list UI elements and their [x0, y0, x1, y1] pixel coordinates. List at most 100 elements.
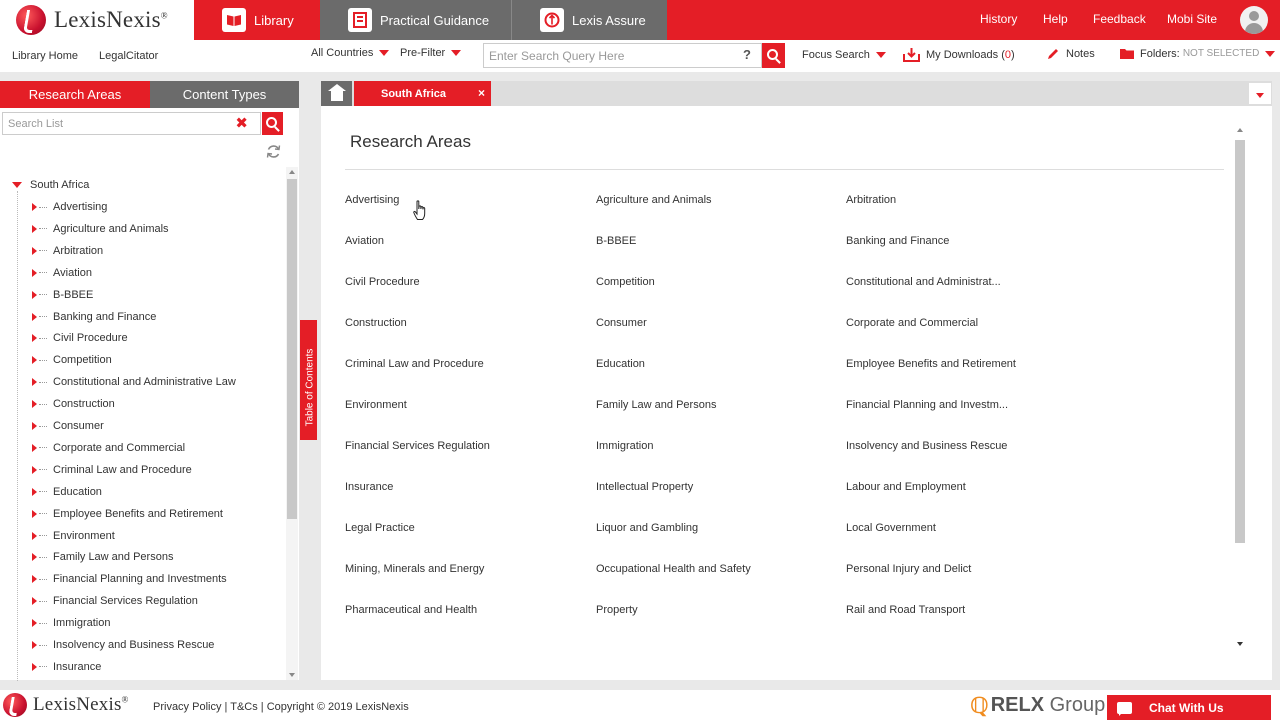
research-area-link[interactable]: Aviation [345, 235, 384, 247]
tree-item[interactable]: Consumer [32, 418, 104, 434]
list-search-input[interactable] [3, 113, 223, 134]
lexisnexis-logo[interactable]: LexisNexis® [16, 4, 168, 36]
research-area-link[interactable]: Construction [345, 317, 407, 329]
nav-tab-library[interactable]: Library [194, 0, 320, 40]
tab-south-africa[interactable]: South Africa × [354, 81, 491, 106]
mobi-site-link[interactable]: Mobi Site [1167, 12, 1217, 26]
tree-item[interactable]: Environment [32, 528, 115, 544]
tab-list-dropdown[interactable] [1249, 83, 1271, 104]
research-area-link[interactable]: Corporate and Commercial [846, 317, 978, 329]
tab-content-types[interactable]: Content Types [150, 81, 299, 108]
list-search-button[interactable] [262, 112, 283, 135]
research-area-link[interactable]: Competition [596, 276, 655, 288]
research-area-link[interactable]: Insolvency and Business Rescue [846, 440, 1007, 452]
research-area-link[interactable]: Civil Procedure [345, 276, 420, 288]
user-avatar-icon[interactable] [1240, 6, 1268, 34]
research-area-link[interactable]: Pharmaceutical and Health [345, 604, 477, 616]
refresh-icon[interactable] [266, 144, 281, 159]
left-panel-scrollbar[interactable] [286, 167, 298, 680]
tree-connector [39, 622, 47, 624]
main-search-button[interactable] [762, 43, 785, 68]
help-link[interactable]: Help [1043, 12, 1068, 26]
table-of-contents-toggle[interactable]: ‹ Table of Contents [300, 320, 361, 440]
main-search-input[interactable] [484, 44, 724, 67]
tree-item[interactable]: Education [32, 484, 102, 500]
research-area-link[interactable]: Property [596, 604, 638, 616]
tree-item[interactable]: Advertising [32, 199, 107, 215]
research-area-link[interactable]: Mining, Minerals and Energy [345, 563, 484, 575]
nav-tab-practical-guidance[interactable]: Practical Guidance [320, 0, 511, 40]
research-area-link[interactable]: Consumer [596, 317, 647, 329]
research-area-link[interactable]: Financial Planning and Investm... [846, 399, 1008, 411]
nav-tab-lexis-assure[interactable]: Lexis Assure [511, 0, 667, 40]
scroll-down-arrow-icon[interactable] [289, 673, 295, 677]
research-area-link[interactable]: Local Government [846, 522, 936, 534]
research-area-link[interactable]: Labour and Employment [846, 481, 966, 493]
feedback-link[interactable]: Feedback [1093, 12, 1146, 26]
logo-text: LexisNexis [54, 7, 161, 32]
tree-item[interactable]: Financial Planning and Investments [32, 571, 227, 587]
research-area-link[interactable]: Immigration [596, 440, 653, 452]
research-area-link[interactable]: Personal Injury and Delict [846, 563, 971, 575]
notes-link[interactable]: Notes [1046, 47, 1095, 61]
tree-item[interactable]: Agriculture and Animals [32, 221, 169, 237]
research-area-link[interactable]: Intellectual Property [596, 481, 693, 493]
research-area-link[interactable]: Insurance [345, 481, 393, 493]
all-countries-label: All Countries [311, 47, 374, 59]
research-area-link[interactable]: Constitutional and Administrat... [846, 276, 1001, 288]
search-help-icon[interactable]: ? [743, 47, 751, 62]
scroll-down-arrow-icon[interactable] [1237, 642, 1243, 646]
close-tab-icon[interactable]: × [478, 86, 485, 100]
research-area-link[interactable]: Employee Benefits and Retirement [846, 358, 1016, 370]
research-area-link[interactable]: Agriculture and Animals [596, 194, 712, 206]
tree-item[interactable]: Construction [32, 396, 115, 412]
legal-citator-link[interactable]: LegalCitator [99, 50, 158, 62]
tree-item[interactable]: Financial Services Regulation [32, 593, 198, 609]
pre-filter-dropdown[interactable]: Pre-Filter [400, 47, 462, 59]
tree-item[interactable]: B-BBEE [32, 287, 93, 303]
tree-item[interactable]: Banking and Finance [32, 309, 156, 325]
research-area-link[interactable]: Financial Services Regulation [345, 440, 490, 452]
all-countries-dropdown[interactable]: All Countries [311, 47, 390, 59]
research-area-link[interactable]: Education [596, 358, 645, 370]
library-home-link[interactable]: Library Home [12, 50, 78, 62]
tree-root-south-africa[interactable]: South Africa [12, 177, 89, 193]
tab-research-areas[interactable]: Research Areas [0, 81, 150, 108]
tree-item[interactable]: Immigration [32, 615, 110, 631]
folders-dropdown[interactable]: Folders: NOT SELECTED [1119, 47, 1276, 60]
research-area-link[interactable]: Banking and Finance [846, 235, 949, 247]
research-area-link[interactable]: Family Law and Persons [596, 399, 716, 411]
research-area-link[interactable]: Legal Practice [345, 522, 415, 534]
history-link[interactable]: History [980, 12, 1017, 26]
home-tab[interactable] [321, 81, 352, 106]
tree-item[interactable]: Arbitration [32, 243, 103, 259]
tree-item[interactable]: Constitutional and Administrative Law [32, 374, 236, 390]
tree-item[interactable]: Insurance [32, 659, 101, 675]
tree-item[interactable]: Employee Benefits and Retirement [32, 506, 223, 522]
tree-item[interactable]: Criminal Law and Procedure [32, 462, 192, 478]
footer-links[interactable]: Privacy Policy | T&Cs | Copyright © 2019… [153, 701, 409, 713]
chat-with-us-button[interactable]: Chat With Us [1107, 695, 1271, 720]
tree-item[interactable]: Family Law and Persons [32, 549, 173, 565]
scrollbar-thumb[interactable] [1235, 140, 1245, 543]
research-area-link[interactable]: Arbitration [846, 194, 896, 206]
tree-item[interactable]: Corporate and Commercial [32, 440, 185, 456]
research-area-link[interactable]: Environment [345, 399, 407, 411]
tree-item[interactable]: Aviation [32, 265, 92, 281]
research-area-link[interactable]: Liquor and Gambling [596, 522, 698, 534]
research-area-link[interactable]: Rail and Road Transport [846, 604, 965, 616]
my-downloads-link[interactable]: My Downloads (0) [903, 47, 1015, 62]
scroll-up-arrow-icon[interactable] [1237, 128, 1243, 132]
scroll-up-arrow-icon[interactable] [289, 170, 295, 174]
scrollbar-thumb[interactable] [287, 179, 297, 519]
tree-item[interactable]: Civil Procedure [32, 330, 128, 346]
research-area-link[interactable]: B-BBEE [596, 235, 636, 247]
clear-search-icon[interactable]: ✖ [235, 114, 248, 132]
focus-search-dropdown[interactable]: Focus Search [802, 49, 886, 61]
content-scrollbar[interactable] [1234, 124, 1246, 646]
tree-item[interactable]: Competition [32, 352, 112, 368]
research-area-link[interactable]: Criminal Law and Procedure [345, 358, 484, 370]
tree-item[interactable]: Insolvency and Business Rescue [32, 637, 214, 653]
research-area-link[interactable]: Advertising [345, 194, 399, 206]
research-area-link[interactable]: Occupational Health and Safety [596, 563, 751, 575]
